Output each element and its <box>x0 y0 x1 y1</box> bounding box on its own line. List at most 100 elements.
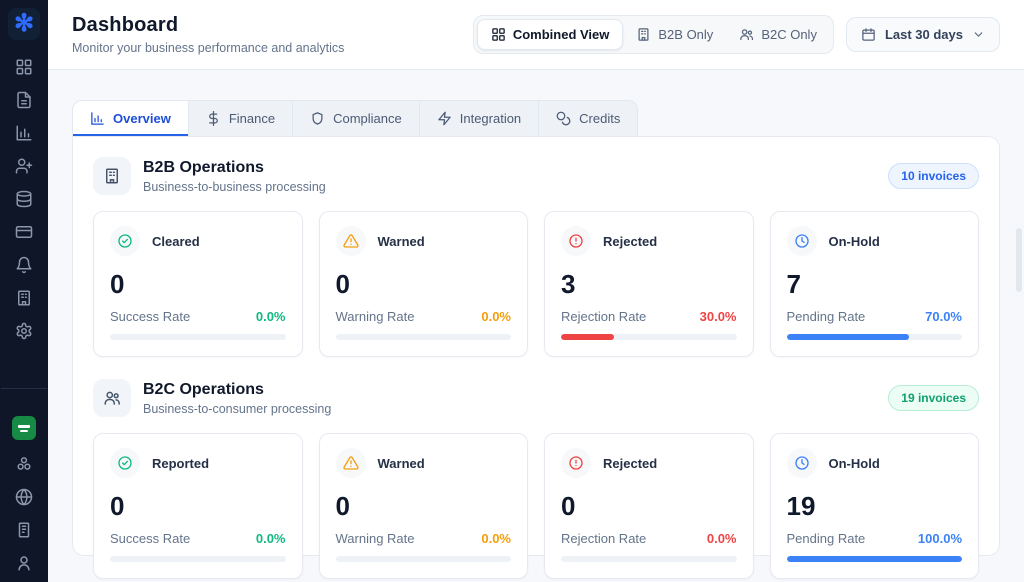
progress-track <box>336 556 512 562</box>
integrations-shapes-icon[interactable] <box>15 455 33 473</box>
tab-integration[interactable]: Integration <box>420 101 539 136</box>
dollar-icon <box>206 111 221 126</box>
progress-fill <box>787 556 963 562</box>
main-content: Overview Finance Compliance Integration … <box>48 70 1024 582</box>
stat-card-title: Rejected <box>603 456 657 471</box>
section-header: B2C Operations Business-to-consumer proc… <box>93 379 979 417</box>
rate-value: 0.0% <box>481 531 511 546</box>
rate-label: Pending Rate <box>787 309 866 324</box>
b2b-operations-section: B2B Operations Business-to-business proc… <box>93 157 979 357</box>
bar-chart-icon <box>90 111 105 126</box>
tab-label: Overview <box>113 111 171 126</box>
progress-track <box>336 334 512 340</box>
stat-card-rejected: Rejected 0 Rejection Rate 0.0% <box>544 433 754 579</box>
stat-card-value: 0 <box>110 491 286 522</box>
stat-card-cleared: Cleared 0 Success Rate0.0% <box>93 211 303 357</box>
stat-card-warned: Warned 0 Warning Rate0.0% <box>319 211 529 357</box>
add-user-icon[interactable] <box>15 157 33 175</box>
notifications-bell-icon[interactable] <box>15 256 33 274</box>
stat-card-value: 3 <box>561 269 737 300</box>
app-logo-icon[interactable]: ✻ <box>8 8 40 40</box>
tab-label: Compliance <box>333 111 402 126</box>
date-range-dropdown[interactable]: Last 30 days <box>846 17 1000 52</box>
saudi-flag-icon[interactable] <box>12 416 36 440</box>
toggle-combined-view[interactable]: Combined View <box>477 19 624 50</box>
scrollbar-thumb[interactable] <box>1016 228 1022 292</box>
date-range-value: Last 30 days <box>885 27 963 42</box>
rate-label: Rejection Rate <box>561 309 646 324</box>
stat-card-on-hold: On-Hold 7 Pending Rate70.0% <box>770 211 980 357</box>
rate-label: Rejection Rate <box>561 531 646 546</box>
stat-card-title: Rejected <box>603 234 657 249</box>
alert-circle-icon <box>561 226 591 256</box>
toggle-b2b-only[interactable]: B2B Only <box>623 20 726 49</box>
stat-cards-row: Cleared 0 Success Rate0.0% Warned 0 Warn… <box>93 211 979 357</box>
building-icon <box>93 157 131 195</box>
check-circle-icon <box>110 226 140 256</box>
dashboard-grid-icon[interactable] <box>15 58 33 76</box>
toggle-label: Combined View <box>513 27 610 42</box>
rate-label: Success Rate <box>110 309 190 324</box>
progress-track <box>561 556 737 562</box>
tab-overview[interactable]: Overview <box>73 101 189 136</box>
rate-value: 0.0% <box>707 531 737 546</box>
fax-building-icon[interactable] <box>15 521 33 539</box>
organization-building-icon[interactable] <box>15 289 33 307</box>
chevron-down-icon <box>972 28 985 41</box>
database-icon[interactable] <box>15 190 33 208</box>
section-subtitle: Business-to-business processing <box>143 180 326 194</box>
rate-label: Success Rate <box>110 531 190 546</box>
rate-value: 0.0% <box>256 531 286 546</box>
toggle-label: B2B Only <box>658 27 713 42</box>
users-icon <box>739 27 754 42</box>
users-icon <box>93 379 131 417</box>
stat-card-title: Reported <box>152 456 209 471</box>
alert-triangle-icon <box>336 226 366 256</box>
clock-icon <box>787 226 817 256</box>
tab-finance[interactable]: Finance <box>189 101 293 136</box>
check-circle-icon <box>110 448 140 478</box>
shield-icon <box>310 111 325 126</box>
stat-card-title: Cleared <box>152 234 200 249</box>
toggle-b2c-only[interactable]: B2C Only <box>726 20 830 49</box>
analytics-icon[interactable] <box>15 124 33 142</box>
payments-card-icon[interactable] <box>15 223 33 241</box>
globe-icon[interactable] <box>15 488 33 506</box>
page-title: Dashboard <box>72 14 344 37</box>
stat-card-value: 7 <box>787 269 963 300</box>
settings-gear-icon[interactable] <box>15 322 33 340</box>
tab-label: Credits <box>579 111 620 126</box>
invoice-count-badge: 10 invoices <box>888 163 979 189</box>
tab-label: Finance <box>229 111 275 126</box>
rate-label: Warning Rate <box>336 309 415 324</box>
documents-icon[interactable] <box>15 91 33 109</box>
sidebar-bottom-nav <box>1 374 47 572</box>
progress-fill <box>561 334 614 340</box>
rate-value: 0.0% <box>256 309 286 324</box>
section-header: B2B Operations Business-to-business proc… <box>93 157 979 195</box>
invoice-count-badge: 19 invoices <box>888 385 979 411</box>
stat-card-reported: Reported 0 Success Rate 0.0% <box>93 433 303 579</box>
stat-card-title: On-Hold <box>829 234 880 249</box>
b2c-operations-section: B2C Operations Business-to-consumer proc… <box>93 379 979 579</box>
sidebar: ✻ <box>0 0 48 582</box>
rate-label: Warning Rate <box>336 531 415 546</box>
stat-card-title: On-Hold <box>829 456 880 471</box>
clock-icon <box>787 448 817 478</box>
profile-user-icon[interactable] <box>15 554 33 572</box>
tab-credits[interactable]: Credits <box>539 101 637 136</box>
tab-bar: Overview Finance Compliance Integration … <box>72 100 638 136</box>
header-titles: Dashboard Monitor your business performa… <box>72 14 344 55</box>
stat-card-value: 0 <box>561 491 737 522</box>
rate-value: 0.0% <box>481 309 511 324</box>
progress-track <box>787 556 963 562</box>
tab-compliance[interactable]: Compliance <box>293 101 420 136</box>
section-subtitle: Business-to-consumer processing <box>143 402 331 416</box>
progress-track <box>110 334 286 340</box>
stat-card-value: 19 <box>787 491 963 522</box>
view-toggle: Combined View B2B Only B2C Only <box>473 15 834 54</box>
progress-track <box>561 334 737 340</box>
zap-icon <box>437 111 452 126</box>
page-subtitle: Monitor your business performance and an… <box>72 41 344 55</box>
progress-track <box>110 556 286 562</box>
